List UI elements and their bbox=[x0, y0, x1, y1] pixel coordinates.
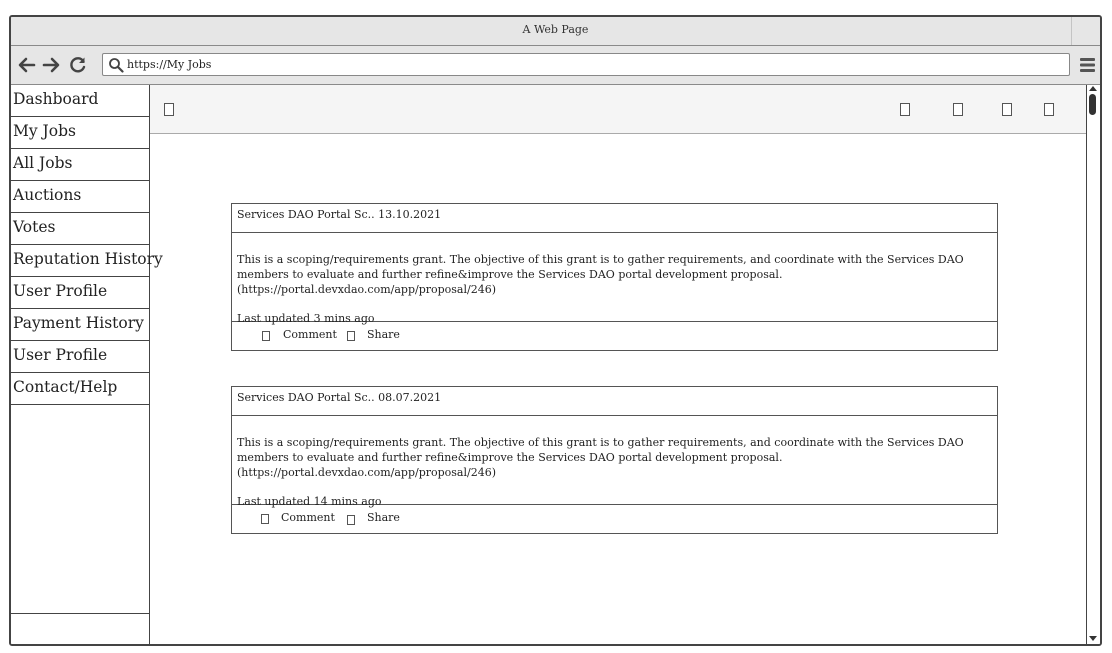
share-button[interactable]: Share bbox=[367, 511, 400, 525]
address-bar[interactable]: https://My Jobs bbox=[102, 53, 1070, 76]
window-title: A Web Page bbox=[522, 23, 589, 36]
toolbar-icon-1[interactable] bbox=[900, 103, 910, 116]
post-header[interactable]: Services DAO Portal Sc.. 13.10.2021 bbox=[232, 204, 997, 233]
post-card: Services DAO Portal Sc.. 08.07.2021 This… bbox=[231, 386, 998, 534]
sidebar-item-reputation-history[interactable]: Reputation History bbox=[11, 245, 163, 277]
arrow-left-icon[interactable] bbox=[17, 55, 37, 75]
main-content: Services DAO Portal Sc.. 13.10.2021 This… bbox=[150, 85, 1086, 644]
sidebar-item-user-profile[interactable]: User Profile bbox=[11, 277, 149, 309]
menu-toggle-icon[interactable] bbox=[164, 103, 174, 116]
title-bar: A Web Page bbox=[11, 17, 1100, 46]
hamburger-icon[interactable] bbox=[1080, 57, 1095, 73]
sidebar-item-dashboard[interactable]: Dashboard bbox=[11, 85, 149, 117]
post-header[interactable]: Services DAO Portal Sc.. 08.07.2021 bbox=[232, 387, 997, 416]
title-bar-divider bbox=[1071, 17, 1072, 45]
share-icon[interactable] bbox=[347, 331, 355, 341]
sidebar-item-payment-history[interactable]: Payment History bbox=[11, 309, 149, 341]
post-text: This is a scoping/requirements grant. Th… bbox=[237, 253, 964, 296]
sidebar-item-contact-help[interactable]: Contact/Help bbox=[11, 373, 149, 405]
post-body: This is a scoping/requirements grant. Th… bbox=[232, 233, 997, 325]
url-text[interactable]: https://My Jobs bbox=[127, 54, 211, 75]
scroll-down-arrow-icon[interactable] bbox=[1089, 636, 1097, 641]
reload-icon[interactable] bbox=[68, 55, 88, 75]
post-actions: Comment Share bbox=[232, 322, 997, 351]
arrow-right-icon[interactable] bbox=[41, 55, 61, 75]
browser-toolbar: https://My Jobs bbox=[11, 46, 1100, 85]
sidebar-item-votes[interactable]: Votes bbox=[11, 213, 149, 245]
comment-icon[interactable] bbox=[262, 331, 270, 341]
sidebar-item-user-profile-2[interactable]: User Profile bbox=[11, 341, 149, 373]
sidebar-item-auctions[interactable]: Auctions bbox=[11, 181, 149, 213]
toolbar-icon-2[interactable] bbox=[953, 103, 963, 116]
post-actions: Comment Share bbox=[232, 505, 997, 534]
scroll-up-arrow-icon[interactable] bbox=[1089, 86, 1097, 91]
share-button[interactable]: Share bbox=[367, 328, 400, 342]
sidebar: Dashboard My Jobs All Jobs Auctions Vote… bbox=[11, 85, 163, 644]
browser-window: A Web Page https://My Jobs Dashboard My … bbox=[9, 15, 1102, 646]
vertical-scrollbar[interactable] bbox=[1086, 85, 1100, 644]
post-text: This is a scoping/requirements grant. Th… bbox=[237, 436, 964, 479]
post-body: This is a scoping/requirements grant. Th… bbox=[232, 416, 997, 508]
scrollbar-thumb[interactable] bbox=[1089, 94, 1096, 115]
comment-button[interactable]: Comment bbox=[283, 328, 337, 342]
top-toolbar bbox=[150, 85, 1086, 134]
toolbar-icon-3[interactable] bbox=[1002, 103, 1012, 116]
search-icon bbox=[109, 58, 124, 73]
sidebar-item-my-jobs[interactable]: My Jobs bbox=[11, 117, 149, 149]
sidebar-footer bbox=[11, 613, 149, 644]
share-icon[interactable] bbox=[347, 515, 355, 525]
comment-button[interactable]: Comment bbox=[281, 511, 335, 525]
sidebar-item-all-jobs[interactable]: All Jobs bbox=[11, 149, 149, 181]
toolbar-icon-4[interactable] bbox=[1044, 103, 1054, 116]
post-card: Services DAO Portal Sc.. 13.10.2021 This… bbox=[231, 203, 998, 351]
comment-icon[interactable] bbox=[261, 514, 269, 524]
